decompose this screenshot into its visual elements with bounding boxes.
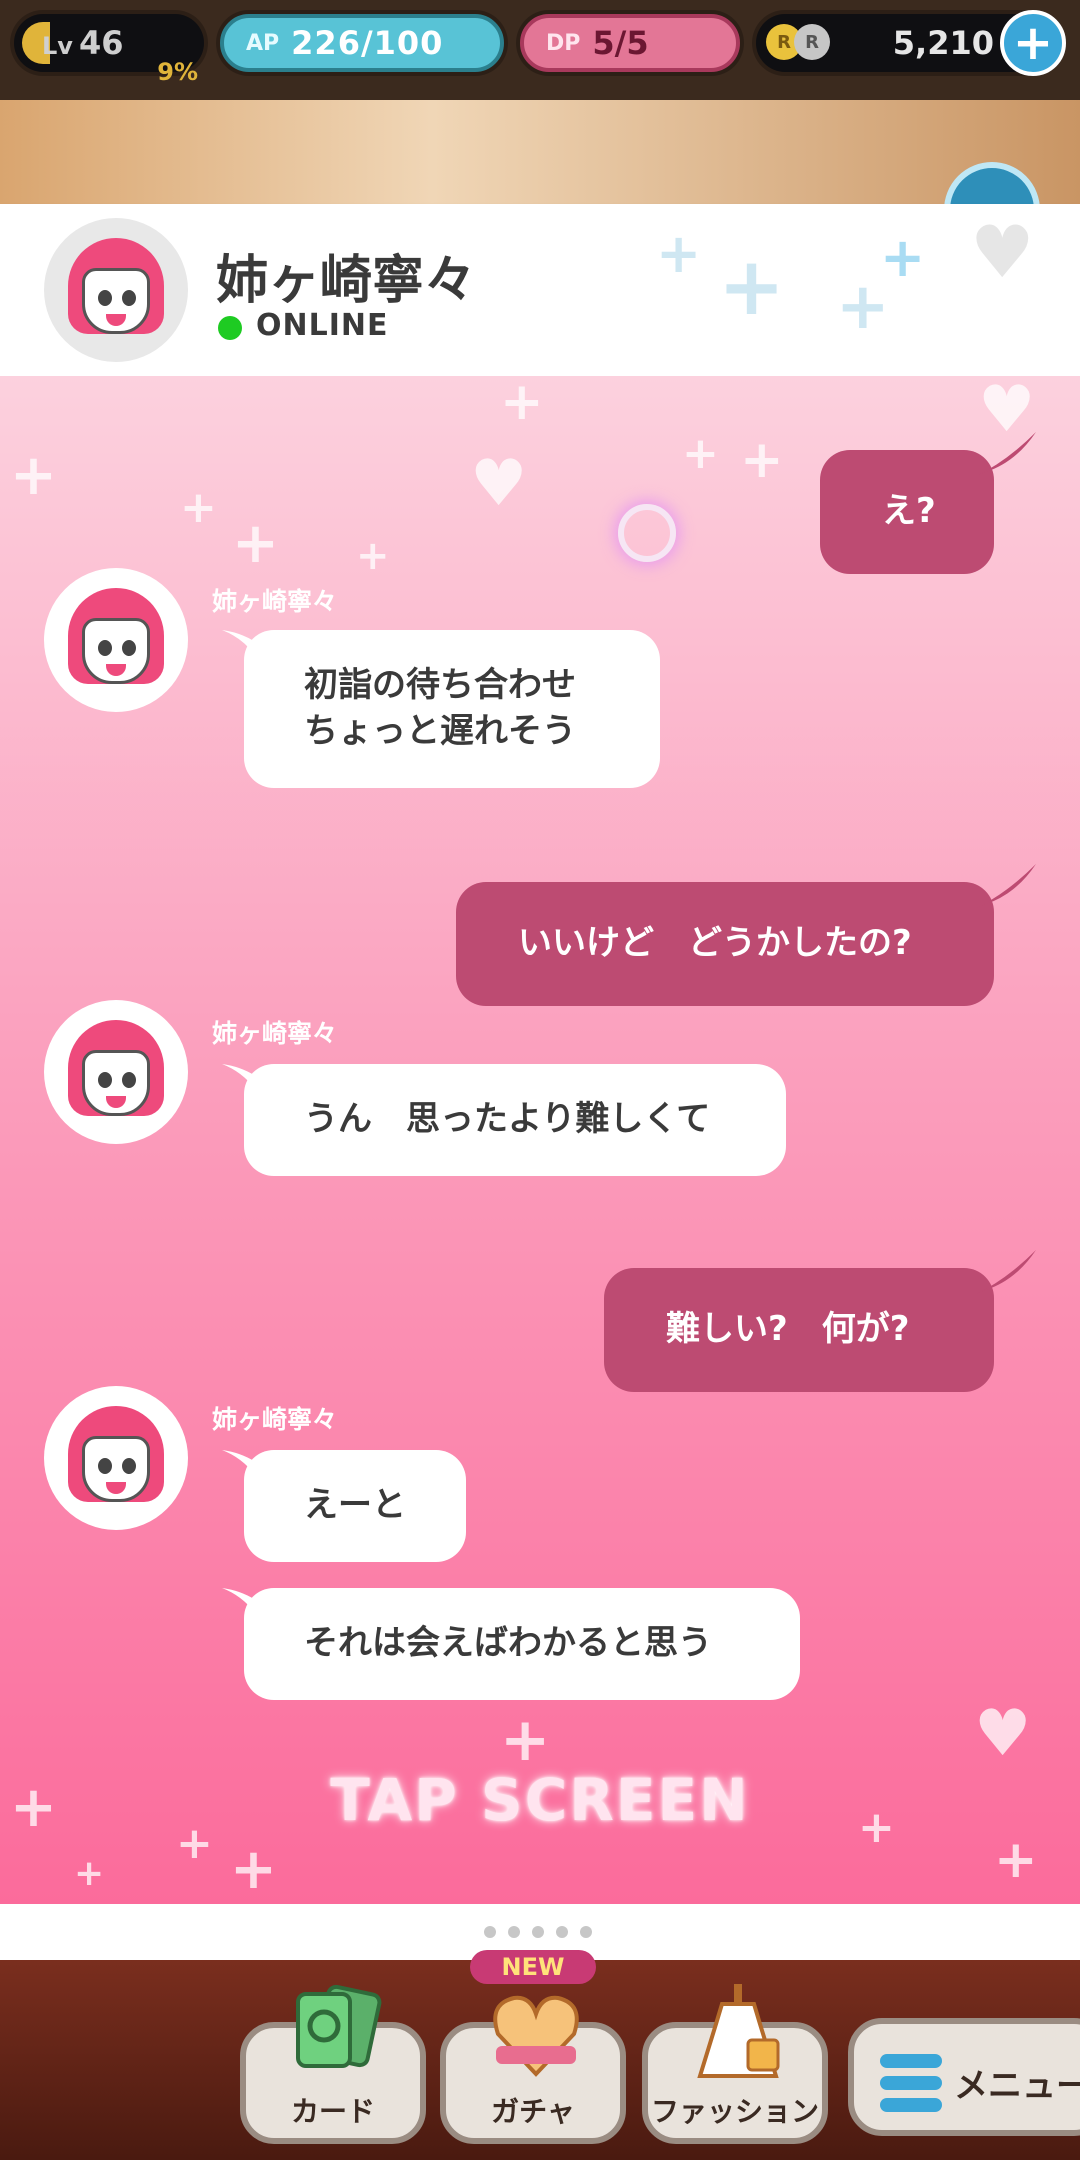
new-badge: NEW [470, 1950, 596, 1984]
message-text: えーと [304, 1485, 406, 1525]
page-dot [508, 1926, 520, 1938]
incoming-message: それは会えばわかると思う [222, 1588, 800, 1700]
outgoing-message: え? [820, 432, 1036, 574]
heart-icon: ♥ [974, 1697, 1032, 1771]
sparkle-icon: + [836, 270, 890, 344]
page-dot [484, 1926, 496, 1938]
level-value: 46 [78, 24, 124, 62]
silver-coin-icon: R [794, 24, 830, 60]
sparkle-icon: + [10, 443, 57, 508]
sender-name: 姉ヶ崎寧々 [212, 1405, 338, 1434]
incoming-message: 初詣の待ち合わせ ちょっと遅れそう [222, 630, 660, 788]
online-status-text: ONLINE [256, 308, 389, 343]
menu-button[interactable]: メニュー [848, 2018, 1080, 2136]
status-bar: Lv 46 9% AP 226/100 DP 5/5 R R 5,210 + [0, 0, 1080, 100]
dp-indicator: DP 5/5 [520, 14, 740, 72]
bubble-tail [976, 432, 1036, 476]
ap-value: 226/100 [291, 24, 444, 62]
bubble-tail [222, 1450, 272, 1486]
bubble-tail [976, 864, 1036, 908]
outgoing-message: いいけど どうかしたの? [456, 864, 1036, 1006]
dress-icon [697, 1984, 780, 2078]
ap-label: AP [246, 30, 280, 56]
nav-fashion-button[interactable]: ファッション [642, 1984, 828, 2144]
sparkle-icon: + [740, 430, 784, 490]
ap-indicator: AP 226/100 [220, 14, 504, 72]
menu-label: メニュー [954, 2066, 1080, 2106]
heart-icon: ♥ [470, 447, 528, 521]
contact-avatar[interactable] [44, 218, 188, 362]
chat-header: 姉ヶ崎寧々 ONLINE + + + + ♥ [0, 204, 1080, 376]
nav-fashion-label: ファッション [650, 2095, 819, 2128]
nav-card-label: カード [290, 2095, 375, 2128]
level-progress-text: 9% [157, 58, 198, 86]
page-dot [532, 1926, 544, 1938]
character-face-icon [68, 1406, 164, 1510]
background-scene [0, 100, 1080, 204]
sparkle-icon: + [682, 428, 719, 479]
sparkle-icon: + [180, 482, 217, 533]
sender-name: 姉ヶ崎寧々 [212, 587, 338, 616]
nav-gacha-label: ガチャ [491, 2095, 575, 2128]
sparkle-icon: + [718, 240, 786, 333]
message-line: ちょっと遅れそう [304, 711, 576, 751]
message-line: 初詣の待ち合わせ [304, 665, 576, 705]
plus-icon: + [1012, 15, 1054, 71]
nav-card-button[interactable]: カード [240, 1984, 426, 2144]
level-indicator: Lv 46 9% [14, 14, 204, 86]
coin-indicator: R R 5,210 + [756, 10, 1066, 76]
bubble-tail [976, 1250, 1036, 1294]
online-status-icon [218, 316, 242, 340]
page-indicator [484, 1926, 592, 1938]
tap-screen-prompt[interactable]: TAP SCREEN [0, 1766, 1080, 1834]
sender-avatar[interactable] [44, 1386, 188, 1530]
sparkle-icon: + [500, 376, 544, 432]
incoming-message: うん 思ったより難しくて [222, 1064, 786, 1176]
coin-count: 5,210 [892, 24, 994, 62]
page-dot [556, 1926, 568, 1938]
chat-area[interactable]: + + + + + + + ♥ ♥ ♥ + + + + + + + え? 姉ヶ崎… [0, 376, 1080, 1904]
message-text: それは会えばわかると思う [304, 1623, 712, 1663]
nav-gacha-button[interactable]: ガチャ [440, 1995, 626, 2144]
card-icon [296, 1984, 382, 2068]
sender-name: 姉ヶ崎寧々 [212, 1019, 338, 1048]
message-text: 難しい? 何が? [666, 1309, 910, 1349]
dp-label: DP [546, 30, 581, 56]
sender-avatar[interactable] [44, 568, 188, 712]
sparkle-icon: + [656, 222, 702, 285]
sparkle-icon: + [994, 1830, 1038, 1890]
character-face-icon [68, 238, 164, 342]
message-text: いいけど どうかしたの? [518, 923, 912, 963]
page-dot [580, 1926, 592, 1938]
sparkle-icon: + [74, 1853, 105, 1894]
gacha-icon [493, 1995, 579, 2077]
character-face-icon [68, 588, 164, 692]
touch-ripple [618, 504, 676, 562]
bubble-tail [222, 1064, 272, 1100]
add-coins-button[interactable]: + [1000, 10, 1066, 76]
message-text: うん 思ったより難しくて [304, 1099, 711, 1139]
incoming-message: えーと [222, 1450, 466, 1562]
character-face-icon [68, 1020, 164, 1124]
contact-name: 姉ヶ崎寧々 [216, 251, 477, 311]
sparkle-icon: + [230, 1837, 277, 1902]
level-label: Lv [42, 32, 73, 60]
sparkle-icon: + [232, 511, 279, 576]
bubble-tail [222, 1588, 272, 1624]
message-text: え? [882, 491, 936, 531]
outgoing-message: 難しい? 何が? [604, 1250, 1036, 1392]
sender-avatar[interactable] [44, 1000, 188, 1144]
sparkle-icon: + [500, 1705, 551, 1775]
list-menu-icon [880, 2054, 942, 2112]
sparkle-icon: + [356, 533, 390, 579]
dp-value: 5/5 [592, 24, 649, 62]
bubble-tail [222, 630, 272, 666]
heart-icon: ♥ [970, 210, 1035, 294]
